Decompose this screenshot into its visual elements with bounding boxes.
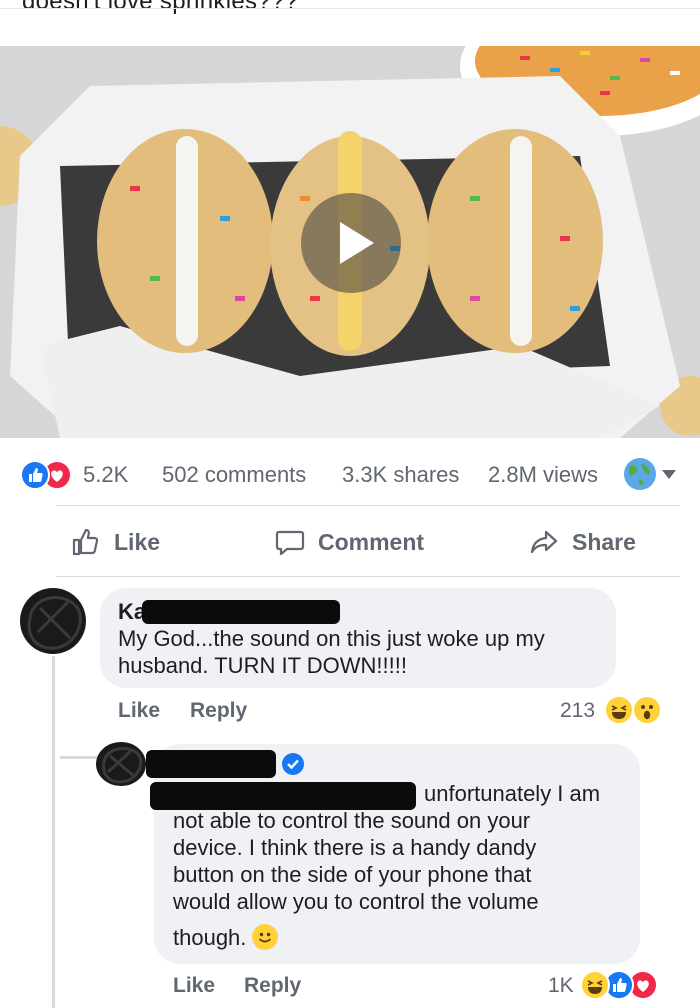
video-thumbnail[interactable] — [0, 46, 700, 438]
reply-text-end: though. — [173, 925, 247, 950]
thumbs-up-icon — [70, 526, 102, 558]
verified-badge-icon — [282, 753, 304, 775]
comments-count[interactable]: 502 comments — [162, 462, 306, 488]
reply-text-line-last: though. — [173, 924, 279, 951]
wow-icon — [632, 695, 662, 725]
actions-divider — [56, 576, 680, 577]
share-button[interactable]: Share — [528, 520, 636, 564]
views-count: 2.8M views — [488, 462, 599, 487]
avatar[interactable] — [96, 742, 146, 786]
like-icon — [20, 460, 50, 490]
comment-button[interactable]: Comment — [274, 520, 424, 564]
reply-connector — [60, 756, 100, 759]
comment-button-label: Comment — [318, 528, 425, 555]
thread-line — [52, 656, 55, 1008]
comment-text-line: husband. TURN IT DOWN!!!!! — [118, 653, 407, 678]
comment-reaction-count[interactable]: 213 — [560, 699, 595, 723]
redacted-author-name — [146, 750, 276, 778]
reply-text-line: would allow you to control the volume — [173, 889, 539, 914]
share-button-label: Share — [572, 528, 636, 555]
post-stats: 5.2K 502 comments 3.3K shares 2.8M views — [0, 450, 700, 500]
like-button[interactable]: Like — [70, 520, 160, 564]
redacted-author-name — [142, 600, 340, 624]
comment-reply-link[interactable]: Reply — [190, 699, 247, 723]
shares-count[interactable]: 3.3K shares — [342, 462, 459, 488]
like-button-label: Like — [114, 528, 161, 555]
reaction-icons[interactable] — [20, 460, 76, 490]
reply-reply-link[interactable]: Reply — [244, 974, 301, 998]
reply-text-line: unfortunately I am — [424, 781, 601, 806]
reply-like-link[interactable]: Like — [173, 974, 215, 998]
reply-text-line: button on the side of your phone that — [173, 862, 532, 887]
play-icon[interactable] — [300, 192, 402, 294]
reactions-count[interactable]: 5.2K — [83, 462, 128, 488]
reply-text-line: not able to control the sound on your — [173, 808, 531, 833]
chevron-down-icon[interactable] — [662, 470, 676, 479]
reply-reaction-count[interactable]: 1K — [548, 974, 574, 998]
comment-like-link[interactable]: Like — [118, 699, 160, 723]
haha-icon — [580, 970, 610, 1000]
smile-emoji-icon — [252, 924, 279, 950]
redacted-text — [150, 782, 416, 810]
comment-text-line: My God...the sound on this just woke up … — [118, 626, 545, 651]
share-icon — [528, 526, 560, 558]
comment-icon — [274, 526, 306, 558]
top-divider — [0, 8, 700, 9]
stats-divider — [56, 505, 680, 506]
haha-icon — [604, 695, 634, 725]
avatar[interactable] — [20, 588, 86, 654]
reply-text-line: device. I think there is a handy dandy — [173, 835, 537, 860]
globe-icon[interactable] — [624, 458, 656, 490]
